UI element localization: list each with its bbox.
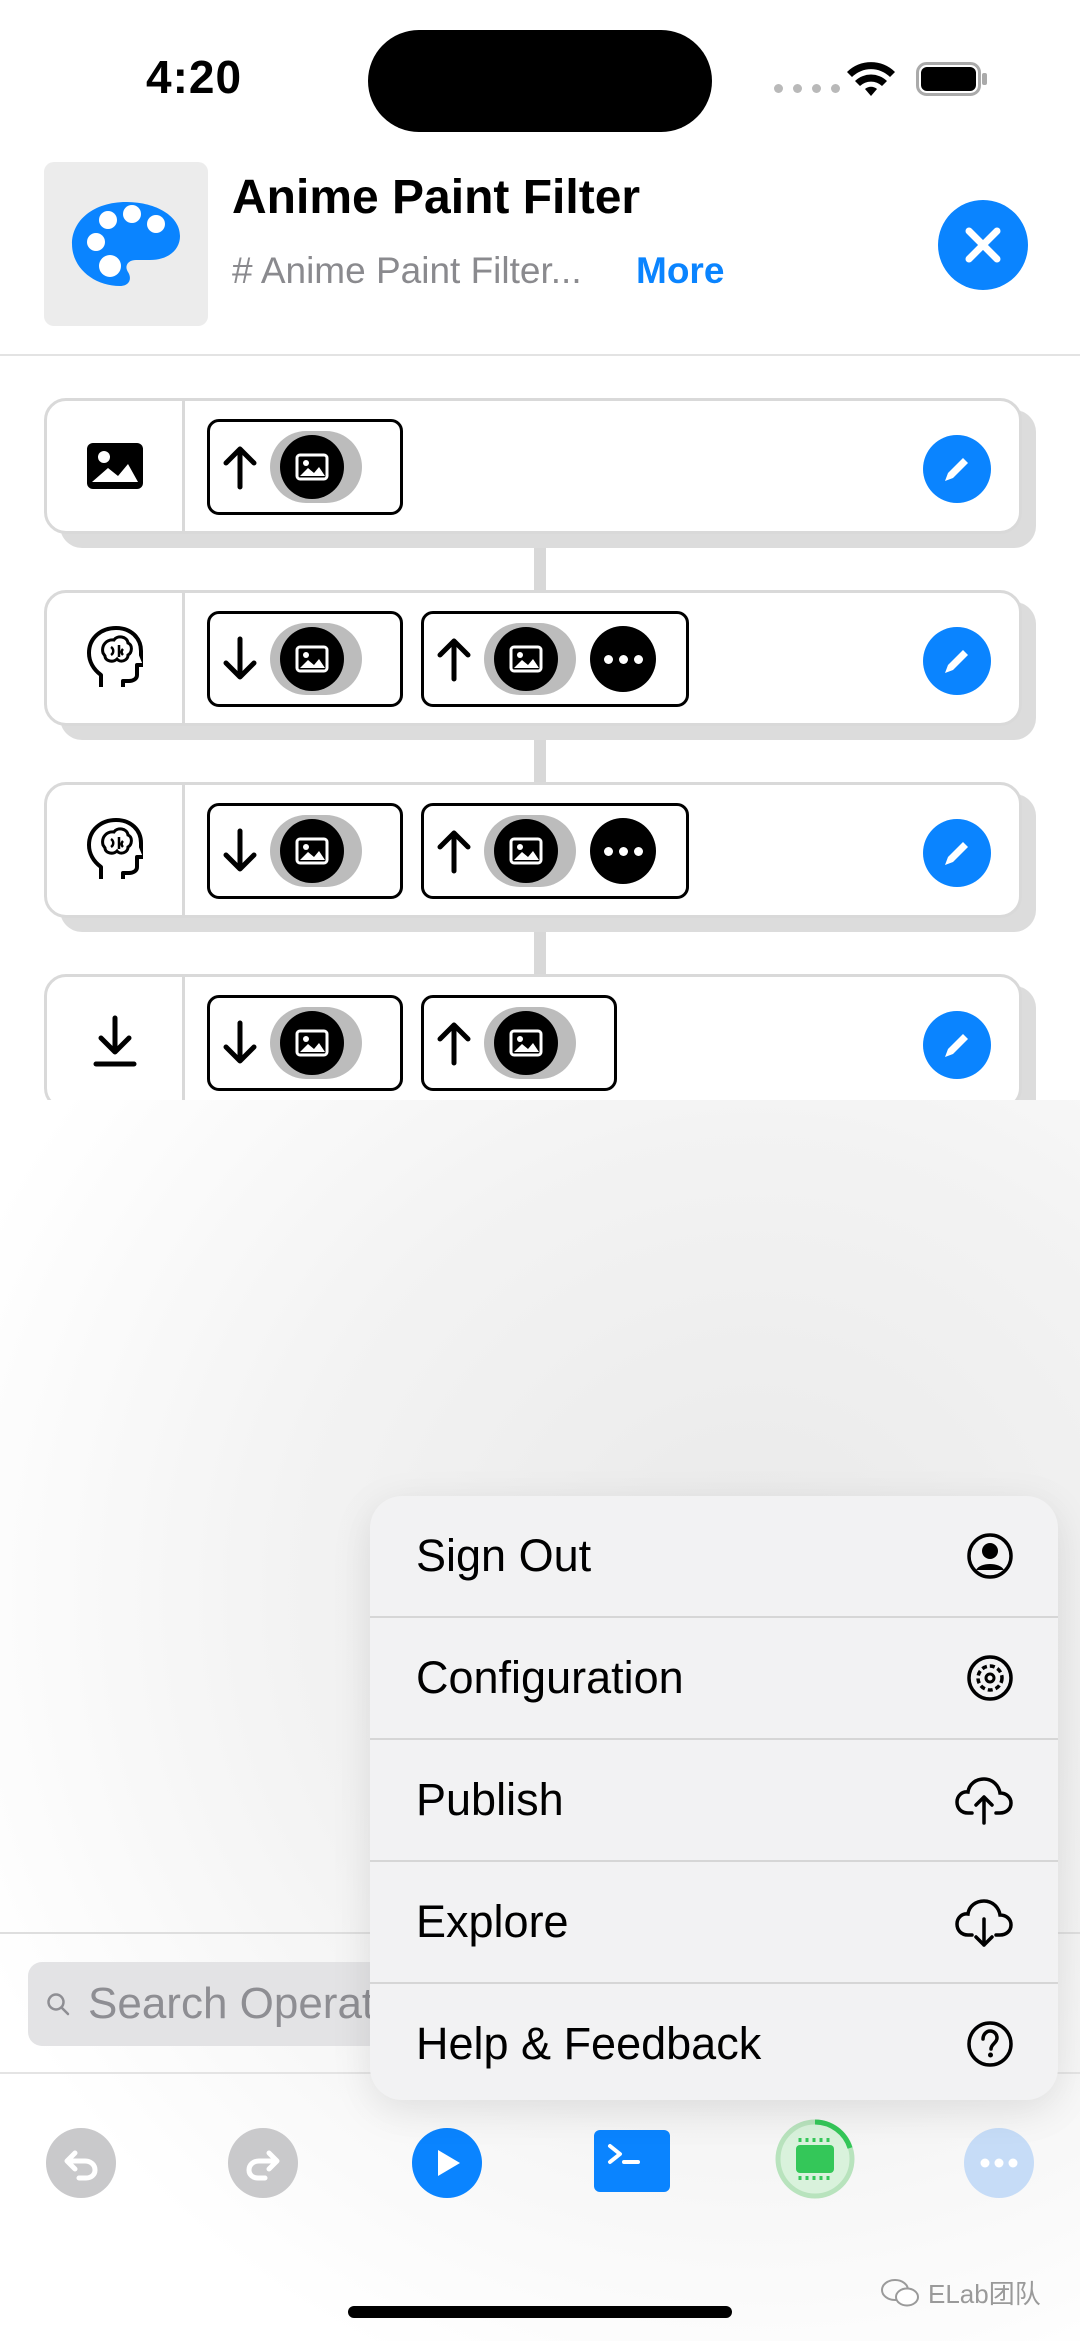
more-link[interactable]: More bbox=[636, 250, 724, 292]
undo-icon bbox=[64, 2150, 98, 2181]
terminal-button[interactable] bbox=[594, 2130, 670, 2192]
menu-item-configuration[interactable]: Configuration bbox=[370, 1618, 1058, 1738]
chip-icon bbox=[775, 2119, 855, 2199]
menu-item-help[interactable]: Help & Feedback bbox=[370, 1984, 1058, 2100]
redo-button[interactable] bbox=[228, 2128, 298, 2198]
pencil-icon bbox=[945, 842, 968, 865]
more-icon bbox=[590, 626, 656, 692]
photo-icon bbox=[509, 645, 543, 673]
photo-icon bbox=[295, 1029, 329, 1057]
watermark: ELab团队 bbox=[880, 2274, 1041, 2311]
close-button[interactable] bbox=[938, 200, 1028, 290]
download-icon bbox=[93, 1015, 136, 1067]
battery-icon bbox=[916, 62, 987, 96]
pencil-icon bbox=[945, 650, 968, 673]
photo-icon bbox=[295, 645, 329, 673]
close-icon bbox=[965, 227, 1001, 263]
photo-icon bbox=[509, 1029, 543, 1057]
more-icon bbox=[980, 2158, 1018, 2168]
gear-icon bbox=[967, 1655, 1013, 1701]
brain-head-icon bbox=[86, 818, 143, 879]
edit-button[interactable] bbox=[923, 1011, 991, 1079]
photo-icon bbox=[509, 837, 543, 865]
page-title: Anime Paint Filter bbox=[232, 171, 641, 224]
menu-item-label: Explore bbox=[416, 1896, 569, 1947]
palette-icon bbox=[72, 202, 180, 286]
arrow-down-icon bbox=[223, 1020, 257, 1064]
wifi-icon bbox=[847, 62, 895, 96]
terminal-icon bbox=[608, 2144, 640, 2164]
arrow-up-icon bbox=[437, 1022, 471, 1066]
menu-item-label: Sign Out bbox=[416, 1530, 592, 1581]
flow-node-output[interactable] bbox=[44, 974, 1022, 1110]
app-icon bbox=[44, 162, 208, 326]
pencil-icon bbox=[945, 1034, 968, 1057]
photo-icon bbox=[295, 837, 329, 865]
search-icon bbox=[47, 1993, 70, 2016]
wechat-icon bbox=[881, 2278, 919, 2306]
cellular-signal-icon bbox=[774, 84, 840, 93]
home-indicator bbox=[348, 2306, 732, 2318]
flow-node-model[interactable] bbox=[44, 590, 1022, 726]
output-port[interactable] bbox=[421, 803, 689, 899]
header-divider bbox=[0, 354, 1080, 356]
edit-button[interactable] bbox=[923, 435, 991, 503]
arrow-up-icon bbox=[437, 830, 471, 874]
flow-node-model[interactable] bbox=[44, 782, 1022, 918]
brain-head-icon bbox=[86, 626, 143, 687]
dynamic-island bbox=[368, 30, 712, 132]
input-port[interactable] bbox=[207, 611, 403, 707]
pencil-icon bbox=[945, 458, 968, 481]
question-circle-icon bbox=[967, 2021, 1013, 2067]
cloud-upload-icon bbox=[955, 1777, 1013, 1825]
page-subtitle: # Anime Paint Filter... bbox=[232, 250, 582, 291]
menu-item-publish[interactable]: Publish bbox=[370, 1740, 1058, 1860]
input-port[interactable] bbox=[207, 995, 403, 1091]
status-time: 4:20 bbox=[146, 51, 243, 103]
flow-node-image-input[interactable] bbox=[44, 398, 1022, 534]
undo-button[interactable] bbox=[46, 2128, 116, 2198]
person-circle-icon bbox=[967, 1533, 1013, 1579]
menu-item-explore[interactable]: Explore bbox=[370, 1862, 1058, 1982]
output-port[interactable] bbox=[421, 611, 689, 707]
photo-icon bbox=[295, 453, 329, 481]
arrow-up-icon bbox=[223, 446, 257, 490]
arrow-down-icon bbox=[223, 828, 257, 872]
photo-icon bbox=[86, 443, 143, 489]
input-port[interactable] bbox=[207, 803, 403, 899]
more-button[interactable] bbox=[964, 2128, 1034, 2198]
menu-item-label: Help & Feedback bbox=[416, 2018, 762, 2069]
more-icon bbox=[590, 818, 656, 884]
output-port[interactable] bbox=[207, 419, 403, 515]
output-port[interactable] bbox=[421, 995, 617, 1091]
play-button[interactable] bbox=[412, 2128, 482, 2198]
device-status-button[interactable] bbox=[774, 2118, 856, 2200]
play-icon bbox=[438, 2150, 460, 2176]
arrow-down-icon bbox=[223, 636, 257, 680]
menu-item-sign-out[interactable]: Sign Out bbox=[370, 1496, 1058, 1616]
edit-button[interactable] bbox=[923, 627, 991, 695]
watermark-text: ELab团队 bbox=[928, 2279, 1041, 2309]
arrow-up-icon bbox=[437, 638, 471, 682]
redo-icon bbox=[246, 2150, 280, 2181]
cloud-download-icon bbox=[955, 1899, 1013, 1947]
menu-item-label: Publish bbox=[416, 1774, 564, 1825]
context-menu: Sign Out Configuration Publish Explore H… bbox=[370, 1496, 1058, 2100]
menu-item-label: Configuration bbox=[416, 1652, 684, 1703]
edit-button[interactable] bbox=[923, 819, 991, 887]
